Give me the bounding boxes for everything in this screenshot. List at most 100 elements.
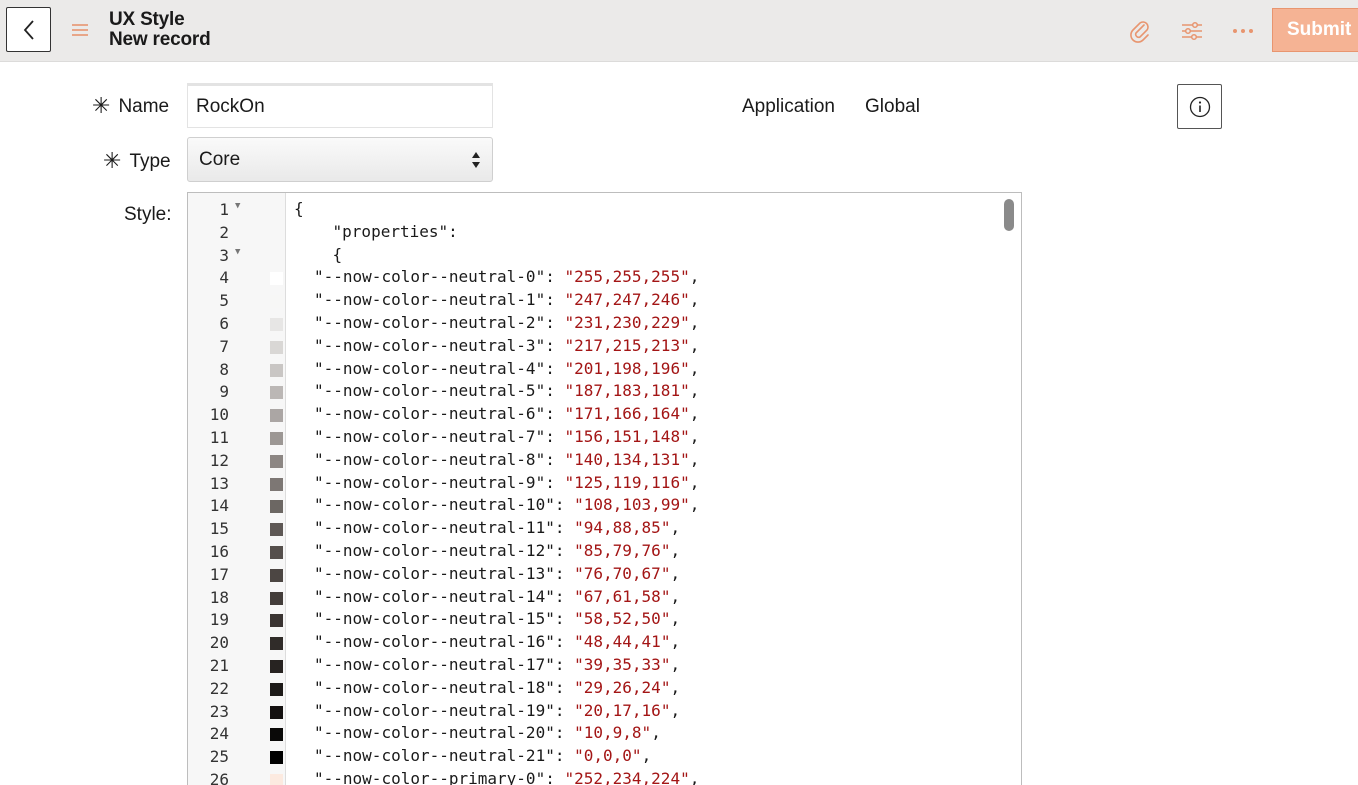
color-swatch — [270, 660, 283, 673]
line-number: 6 — [219, 314, 229, 333]
color-swatch — [270, 546, 283, 559]
line-number: 17 — [209, 564, 229, 584]
line-number-row: 8 — [188, 358, 286, 381]
code-line: "--now-color--neutral-12": "85,79,76", — [314, 541, 681, 560]
line-number-row: 16 — [188, 540, 286, 563]
info-button[interactable] — [1177, 84, 1222, 129]
editor-code-area[interactable]: { "properties": {"--now-color--neutral-0… — [286, 193, 997, 785]
name-label-text: Name — [118, 95, 170, 117]
property-value: 171,166,164 — [574, 404, 681, 424]
line-number-row: 15 — [188, 517, 286, 540]
line-number-row: 6 — [188, 312, 286, 335]
line-number-row: 10 — [188, 403, 286, 426]
property-value: 108,103,99 — [583, 495, 681, 515]
fold-arrow-icon[interactable]: ▼ — [235, 201, 240, 211]
submit-button[interactable]: Submit — [1272, 8, 1358, 52]
property-key: --now-color--neutral-2 — [323, 313, 536, 332]
property-value: 67,61,58 — [583, 586, 661, 606]
line-number: 8 — [219, 359, 229, 379]
line-number-row: 17 — [188, 563, 286, 586]
line-number-row: 24 — [188, 722, 286, 745]
line-number-row: 26 — [188, 768, 286, 785]
property-key: --now-color--neutral-18 — [323, 677, 546, 697]
hamburger-menu-icon[interactable] — [70, 20, 90, 40]
color-swatch — [270, 705, 283, 719]
property-value: 39,35,33 — [583, 655, 661, 674]
style-code-editor[interactable]: 1 ▼ 2 3 ▼ 4 5 6 7 8 9 10 11 12 13 14 15 16 17 18 19 20 21 22 23 2… — [187, 192, 1022, 785]
line-number: 15 — [209, 519, 229, 539]
line-number: 12 — [209, 450, 229, 470]
property-key: --now-color--neutral-17 — [323, 655, 546, 674]
color-swatch — [270, 432, 283, 445]
property-key: --now-color--neutral-6 — [323, 404, 536, 424]
line-number: 23 — [209, 701, 229, 721]
color-swatch — [270, 682, 283, 696]
code-line: "--now-color--neutral-15": "58,52,50", — [314, 609, 681, 629]
line-number-row: 23 — [188, 700, 286, 723]
line-number: 11 — [209, 428, 229, 447]
line-number: 3 — [219, 245, 229, 265]
type-select[interactable]: Core — [187, 137, 493, 182]
property-key: --now-color--neutral-1 — [323, 290, 536, 310]
code-line: "--now-color--neutral-11": "94,88,85", — [314, 518, 681, 538]
property-value: 85,79,76 — [583, 541, 661, 560]
line-number-row: 22 — [188, 677, 286, 700]
settings-sliders-icon[interactable] — [1179, 18, 1205, 44]
code-line: "--now-color--neutral-17": "39,35,33", — [314, 655, 681, 674]
name-input[interactable] — [187, 83, 493, 128]
line-number-row: 13 — [188, 472, 286, 495]
line-number: 26 — [209, 770, 229, 785]
color-swatch — [270, 386, 283, 400]
code-line: "--now-color--neutral-19": "20,17,16", — [314, 700, 681, 720]
property-key: --now-color--neutral-5 — [323, 381, 536, 401]
editor-scrollbar-thumb[interactable] — [1004, 199, 1014, 231]
code-line: "--now-color--neutral-7": "156,151,148", — [314, 427, 700, 446]
line-number: 10 — [209, 405, 229, 425]
color-swatch — [270, 774, 283, 785]
required-asterisk-icon: ✳ — [103, 149, 122, 174]
style-label: Style: — [124, 204, 172, 225]
property-value: 76,70,67 — [583, 563, 661, 583]
fold-arrow-icon[interactable]: ▼ — [235, 247, 240, 257]
color-swatch — [270, 363, 283, 377]
page-title: UX Style New record — [109, 10, 211, 50]
property-key: --now-color--neutral-15 — [323, 609, 546, 629]
color-swatch — [270, 272, 283, 286]
color-swatch — [270, 637, 283, 651]
property-value: 187,183,181 — [574, 381, 681, 401]
code-line: "--now-color--neutral-18": "29,26,24", — [314, 677, 681, 697]
property-value: 201,198,196 — [574, 358, 681, 378]
line-number: 21 — [209, 656, 229, 675]
line-number-row: 1 ▼ — [188, 198, 286, 221]
property-key: --now-color--neutral-8 — [323, 449, 536, 469]
property-key: --now-color--neutral-16 — [323, 632, 546, 652]
required-asterisk-icon: ✳ — [92, 94, 111, 119]
color-swatch — [270, 591, 283, 605]
property-key: --now-color--neutral-3 — [323, 335, 536, 355]
code-line: "--now-color--neutral-20": "10,9,8", — [314, 723, 661, 743]
code-line: "--now-color--neutral-3": "217,215,213", — [314, 335, 700, 355]
property-key: --now-color--neutral-10 — [323, 495, 546, 515]
code-line: { — [294, 199, 304, 218]
property-value: 0,0,0 — [583, 746, 632, 766]
attachment-icon[interactable] — [1127, 18, 1153, 44]
line-number-row: 11 — [188, 426, 286, 449]
property-value: 217,215,213 — [574, 335, 681, 355]
line-number: 18 — [209, 587, 229, 607]
code-line: "--now-color--neutral-1": "247,247,246", — [314, 290, 700, 310]
code-line: "properties": — [294, 221, 458, 241]
editor-scrollbar[interactable] — [997, 193, 1021, 785]
color-swatch — [270, 500, 283, 514]
code-line: "--now-color--neutral-4": "201,198,196", — [314, 358, 700, 378]
back-button[interactable] — [6, 7, 51, 52]
chevron-left-icon — [23, 19, 34, 40]
property-key: --now-color--neutral-11 — [323, 518, 546, 538]
property-value: 255,255,255 — [574, 267, 681, 287]
more-options-icon[interactable] — [1230, 18, 1256, 44]
property-value: 140,134,131 — [574, 449, 681, 469]
property-key: --now-color--neutral-4 — [323, 358, 536, 378]
line-number-row: 2 — [188, 221, 286, 244]
record-state-title: New record — [109, 29, 211, 50]
property-key: --now-color--neutral-13 — [323, 563, 546, 583]
line-number: 25 — [209, 747, 229, 767]
